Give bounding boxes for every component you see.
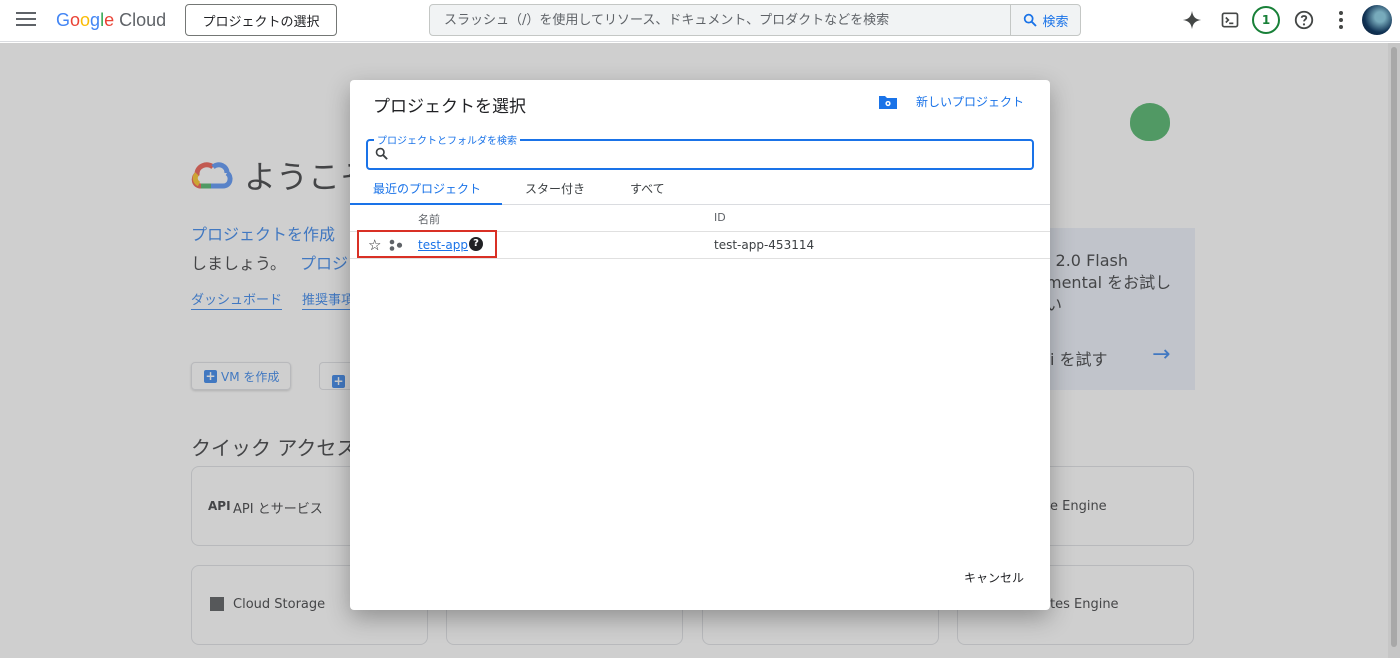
tab-all[interactable]: すべて [630, 180, 665, 205]
column-header-name[interactable]: 名前 [418, 211, 440, 227]
help-icon[interactable] [1292, 8, 1316, 32]
cloud-shell-icon[interactable] [1218, 8, 1242, 32]
more-vert-icon[interactable] [1329, 8, 1353, 32]
notification-badge[interactable]: 1 [1252, 6, 1280, 34]
new-folder-icon [879, 95, 897, 109]
cancel-button[interactable]: キャンセル [964, 569, 1024, 586]
top-bar: Google Cloud プロジェクトの選択 検索 1 [0, 0, 1400, 42]
select-project-dialog: プロジェクトを選択 新しいプロジェクト プロジェクトとフォルダを検索 最近のプロ… [350, 80, 1050, 610]
project-search-field: プロジェクトとフォルダを検索 [366, 132, 1034, 170]
search-button[interactable]: 検索 [1010, 5, 1080, 35]
menu-icon[interactable] [16, 12, 36, 28]
project-id: test-app-453114 [714, 238, 815, 252]
global-search: 検索 [429, 4, 1081, 36]
project-tabs: 最近のプロジェクト スター付き すべて [350, 176, 1050, 205]
project-selector-button[interactable]: プロジェクトの選択 [185, 4, 337, 36]
gemini-spark-icon[interactable] [1180, 8, 1204, 32]
dialog-title: プロジェクトを選択 [373, 97, 526, 117]
search-icon [1024, 13, 1038, 27]
avatar[interactable] [1362, 5, 1392, 35]
tab-starred[interactable]: スター付き [525, 180, 585, 205]
new-project-button[interactable]: 新しいプロジェクト [878, 93, 1024, 110]
tab-recent[interactable]: 最近のプロジェクト [350, 180, 502, 205]
global-search-input[interactable] [430, 5, 1010, 35]
column-header-id[interactable]: ID [714, 211, 726, 224]
search-icon [375, 147, 388, 160]
divider [350, 258, 1050, 259]
project-search-input[interactable] [394, 144, 1024, 166]
highlight-box [357, 230, 497, 258]
google-cloud-logo[interactable]: Google Cloud [56, 8, 166, 32]
